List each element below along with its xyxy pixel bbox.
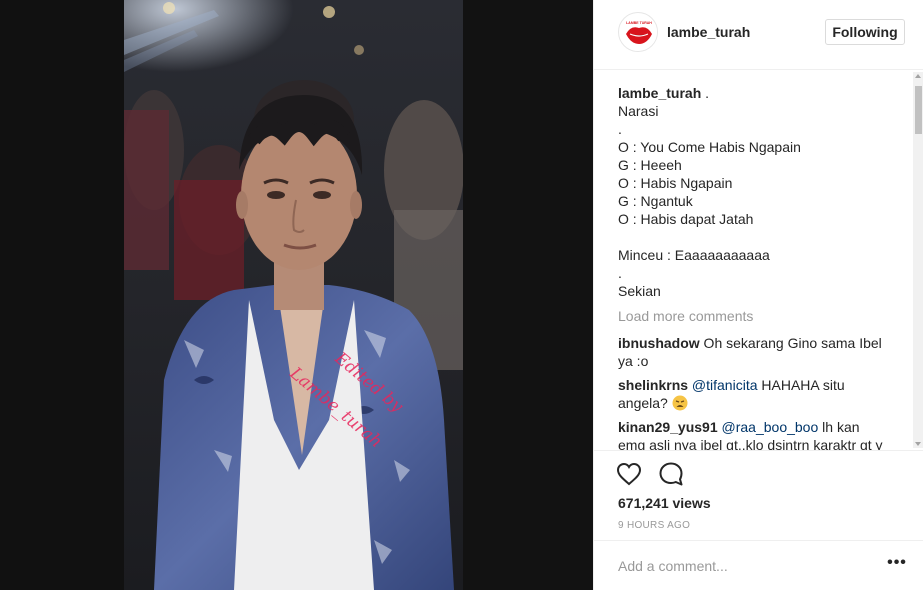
- comments-list[interactable]: lambe_turah . Narasi . O : You Come Habi…: [594, 70, 923, 450]
- caption-line: Sekian: [618, 283, 661, 299]
- comment-icon[interactable]: [658, 461, 684, 487]
- scroll-up-icon[interactable]: [915, 74, 921, 78]
- caption-author[interactable]: lambe_turah: [618, 85, 701, 101]
- more-options-icon[interactable]: •••: [887, 555, 907, 575]
- comment-username[interactable]: kinan29_yus91: [618, 419, 718, 435]
- video-frame: Edited by Lambe_turah: [124, 0, 463, 590]
- comment-mention-link[interactable]: @raa_boo_boo: [722, 419, 819, 435]
- comment-username[interactable]: ibnushadow: [618, 335, 700, 351]
- avatar[interactable]: LAMBE TURAH: [618, 12, 658, 52]
- post-actions: 671,241 views 9 HOURS AGO: [594, 450, 923, 540]
- media-letterbox-right: [463, 0, 593, 590]
- avatar-logo-text: LAMBE TURAH: [626, 21, 652, 25]
- comments-scrollbar[interactable]: [913, 72, 923, 448]
- caption-line: Narasi: [618, 103, 659, 119]
- weary-face-icon: [672, 395, 688, 411]
- caption-line: G : Heeeh: [618, 157, 682, 173]
- post-caption: lambe_turah . Narasi . O : You Come Habi…: [618, 84, 898, 300]
- caption-line: G : Ngantuk: [618, 193, 693, 209]
- add-comment-input[interactable]: [618, 555, 868, 577]
- comment-username[interactable]: shelinkrns: [618, 377, 688, 393]
- caption-line: Minceu : Eaaaaaaaaaaa: [618, 247, 770, 263]
- caption-line: .: [618, 121, 622, 137]
- caption-line: O : Habis Ngapain: [618, 175, 733, 191]
- add-comment-section: •••: [594, 540, 923, 590]
- caption-line: O : You Come Habis Ngapain: [618, 139, 801, 155]
- comment-item: ibnushadow Oh sekarang Gino sama Ibel ya…: [618, 334, 890, 370]
- comment-item: kinan29_yus91 @raa_boo_boo lh kan emg as…: [618, 418, 890, 450]
- view-count[interactable]: 671,241 views: [618, 495, 711, 511]
- post-media: Edited by Lambe_turah: [0, 0, 593, 590]
- post-timestamp[interactable]: 9 HOURS AGO: [618, 520, 690, 531]
- header-username[interactable]: lambe_turah: [667, 24, 750, 40]
- following-button[interactable]: Following: [825, 19, 905, 45]
- scrollbar-thumb[interactable]: [915, 86, 922, 134]
- caption-line: [618, 228, 898, 246]
- load-more-comments-link[interactable]: Load more comments: [618, 308, 753, 324]
- comment-item: shelinkrns @tifanicita HAHAHA situ angel…: [618, 376, 890, 412]
- caption-line: O : Habis dapat Jatah: [618, 211, 754, 227]
- comment-mention-link[interactable]: @tifanicita: [692, 377, 758, 393]
- post-sidebar: LAMBE TURAH lambe_turah Following lambe_…: [593, 0, 923, 590]
- lips-logo-icon: LAMBE TURAH: [620, 14, 657, 51]
- scroll-down-icon[interactable]: [915, 442, 921, 446]
- heart-icon[interactable]: [616, 461, 642, 487]
- post-header: LAMBE TURAH lambe_turah Following: [594, 0, 923, 70]
- video-player[interactable]: Edited by Lambe_turah: [124, 0, 463, 590]
- caption-author-suffix: .: [701, 85, 710, 101]
- caption-line: .: [618, 265, 622, 281]
- media-letterbox-left: [0, 0, 124, 590]
